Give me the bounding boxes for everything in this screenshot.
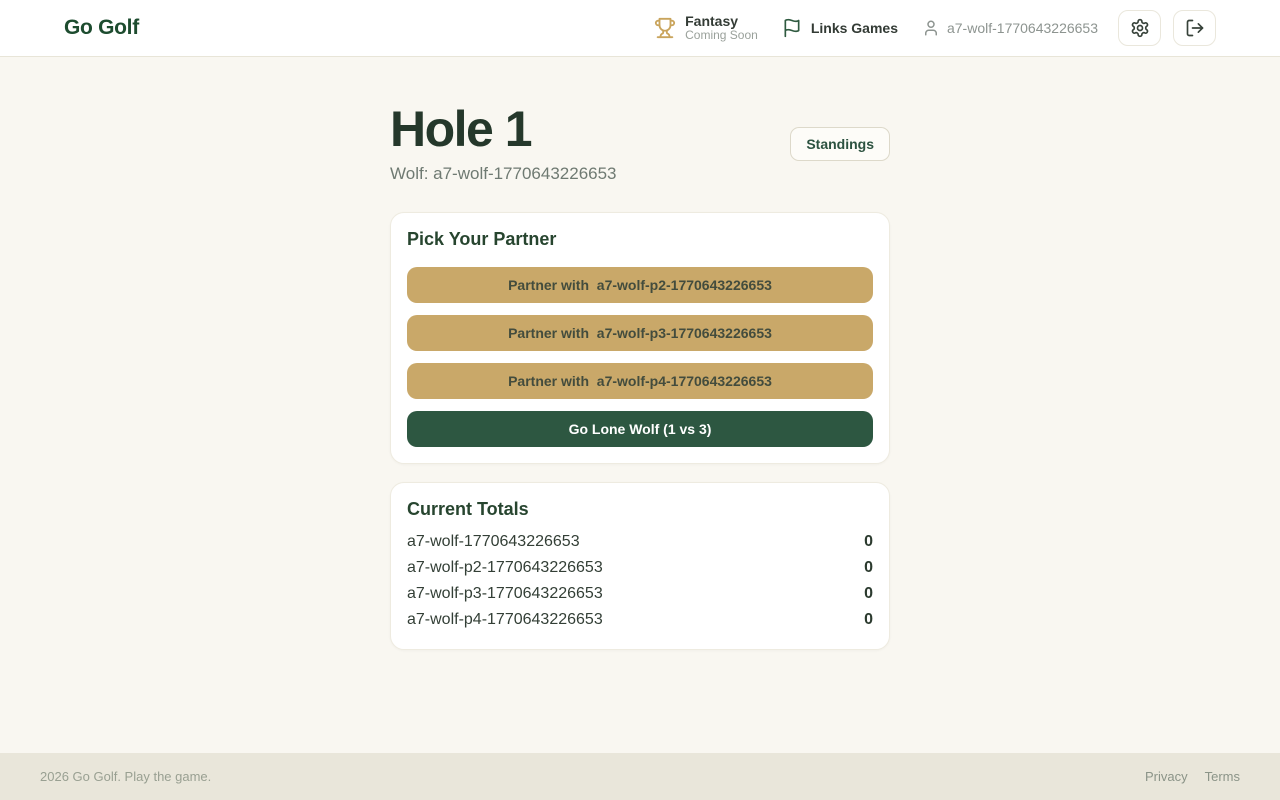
wolf-subtitle: Wolf: a7-wolf-1770643226653 xyxy=(390,164,617,184)
fantasy-sublabel: Coming Soon xyxy=(685,29,758,43)
copyright-text: 2026 Go Golf. Play the game. xyxy=(40,769,211,784)
current-totals-title: Current Totals xyxy=(407,499,873,520)
title-row: Hole 1 Wolf: a7-wolf-1770643226653 Stand… xyxy=(390,104,890,184)
gear-icon xyxy=(1130,18,1150,38)
settings-button[interactable] xyxy=(1118,10,1161,46)
nav-links-games[interactable]: Links Games xyxy=(782,18,898,38)
flag-icon xyxy=(782,18,802,38)
player-name: a7-wolf-p4-1770643226653 xyxy=(407,611,603,629)
totals-row: a7-wolf-p2-1770643226653 0 xyxy=(407,555,873,581)
pick-partner-card: Pick Your Partner Partner with a7-wolf-p… xyxy=(390,212,890,464)
user-name: a7-wolf-1770643226653 xyxy=(947,20,1098,36)
logout-icon xyxy=(1185,18,1205,38)
player-score: 0 xyxy=(864,611,873,629)
privacy-link[interactable]: Privacy xyxy=(1145,769,1188,784)
main-content: Hole 1 Wolf: a7-wolf-1770643226653 Stand… xyxy=(0,57,1280,753)
user-info: a7-wolf-1770643226653 xyxy=(922,19,1098,37)
partner-button-p2[interactable]: Partner with a7-wolf-p2-1770643226653 xyxy=(407,267,873,303)
page-title: Hole 1 xyxy=(390,104,617,154)
player-score: 0 xyxy=(864,533,873,551)
fantasy-label: Fantasy xyxy=(685,13,758,29)
partner-button-p3[interactable]: Partner with a7-wolf-p3-1770643226653 xyxy=(407,315,873,351)
app-logo[interactable]: Go Golf xyxy=(64,16,139,40)
links-games-label: Links Games xyxy=(811,20,898,36)
trophy-icon xyxy=(654,17,676,39)
lone-wolf-button[interactable]: Go Lone Wolf (1 vs 3) xyxy=(407,411,873,447)
totals-list: a7-wolf-1770643226653 0 a7-wolf-p2-17706… xyxy=(407,529,873,633)
header-nav: Fantasy Coming Soon Links Games a7-wolf-… xyxy=(654,10,1216,46)
player-score: 0 xyxy=(864,559,873,577)
totals-row: a7-wolf-1770643226653 0 xyxy=(407,529,873,555)
standings-button[interactable]: Standings xyxy=(790,127,890,161)
current-totals-card: Current Totals a7-wolf-1770643226653 0 a… xyxy=(390,482,890,650)
player-score: 0 xyxy=(864,585,873,603)
nav-fantasy[interactable]: Fantasy Coming Soon xyxy=(654,13,758,43)
user-icon xyxy=(922,19,940,37)
partner-button-p4[interactable]: Partner with a7-wolf-p4-1770643226653 xyxy=(407,363,873,399)
app-header: Go Golf Fantasy Coming Soon xyxy=(0,0,1280,57)
player-name: a7-wolf-p2-1770643226653 xyxy=(407,559,603,577)
pick-partner-title: Pick Your Partner xyxy=(407,229,873,250)
app-footer: 2026 Go Golf. Play the game. Privacy Ter… xyxy=(0,753,1280,800)
player-name: a7-wolf-p3-1770643226653 xyxy=(407,585,603,603)
logout-button[interactable] xyxy=(1173,10,1216,46)
totals-row: a7-wolf-p4-1770643226653 0 xyxy=(407,607,873,633)
terms-link[interactable]: Terms xyxy=(1205,769,1240,784)
totals-row: a7-wolf-p3-1770643226653 0 xyxy=(407,581,873,607)
player-name: a7-wolf-1770643226653 xyxy=(407,533,580,551)
